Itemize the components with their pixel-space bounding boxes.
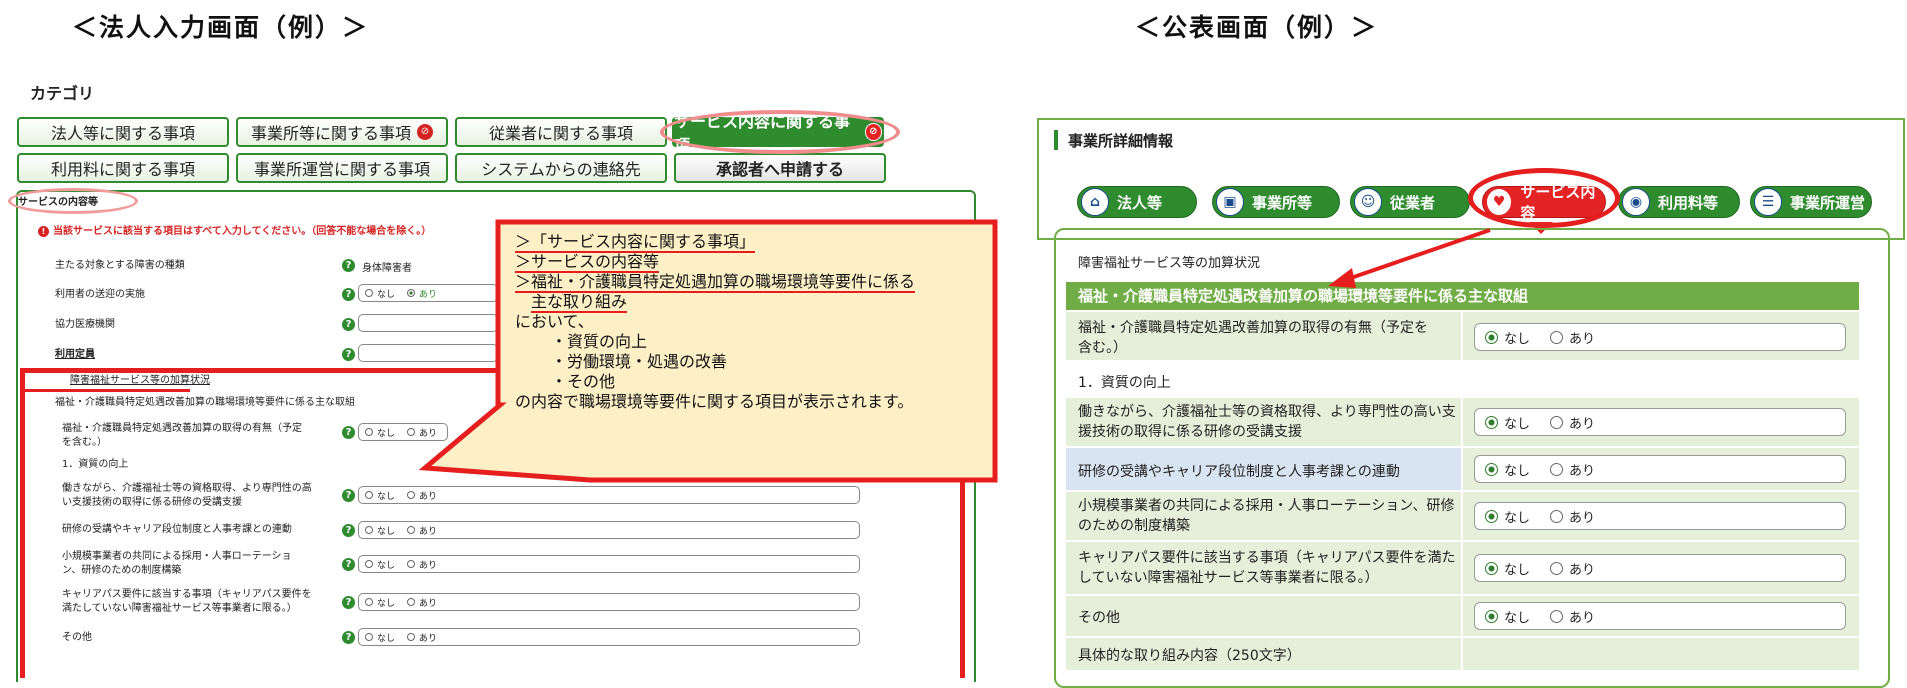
row-label-cell (1066, 596, 1461, 636)
radio-none[interactable] (1485, 561, 1498, 575)
radio-none[interactable] (1485, 330, 1498, 344)
radio-label: あり (1569, 416, 1596, 432)
radio-label: あり (1569, 510, 1596, 526)
radio-label: なし (1504, 416, 1531, 432)
row-label: 小規模事業者の共同による採用・人事ローテーション、研修のための制度構築 (1078, 498, 1455, 534)
row-label: 研修の受講やキャリア段位制度と人事考課との連動 (1078, 464, 1400, 480)
radio-group[interactable]: なし あり (1474, 554, 1846, 582)
radio-label: なし (1504, 463, 1531, 479)
radio-yes[interactable] (1550, 609, 1564, 623)
row-plain (1066, 362, 1859, 398)
radio-group[interactable]: なし あり (1474, 502, 1846, 530)
radio-group[interactable]: なし あり (1474, 455, 1846, 483)
row-value-cell (1463, 638, 1859, 670)
radio-none[interactable] (1485, 509, 1498, 523)
row-label: 福祉・介護職員特定処遇改善加算の取得の有無（予定を含む。） (1078, 320, 1428, 356)
radio-group[interactable]: なし あり (1474, 323, 1846, 351)
radio-yes[interactable] (1550, 509, 1564, 523)
radio-yes[interactable] (1550, 462, 1564, 476)
radio-label: あり (1569, 562, 1596, 578)
radio-label: あり (1569, 463, 1596, 479)
radio-label: あり (1569, 610, 1596, 626)
row-label: 具体的な取り組み内容（250文字） (1078, 648, 1301, 664)
radio-label: あり (1569, 331, 1596, 347)
radio-label: なし (1504, 562, 1531, 578)
radio-none[interactable] (1485, 415, 1498, 429)
row-label: その他 (1078, 610, 1120, 626)
radio-none[interactable] (1485, 609, 1498, 623)
row-label: キャリアパス要件に該当する事項（キャリアパス要件を満たしていない障害福祉サービス… (1078, 550, 1456, 586)
radio-yes[interactable] (1550, 415, 1564, 429)
radio-group[interactable]: なし あり (1474, 408, 1846, 436)
radio-yes[interactable] (1550, 330, 1564, 344)
radio-label: なし (1504, 610, 1531, 626)
radio-yes[interactable] (1550, 561, 1564, 575)
radio-label: なし (1504, 510, 1531, 526)
radio-none[interactable] (1485, 462, 1498, 476)
radio-label: なし (1504, 331, 1531, 347)
row-label: 働きながら、介護福祉士等の資格取得、より専門性の高い支援技術の取得に係る研修の受… (1078, 404, 1456, 440)
row-label: 1．資質の向上 (1078, 375, 1171, 391)
radio-group[interactable]: なし あり (1474, 602, 1846, 630)
